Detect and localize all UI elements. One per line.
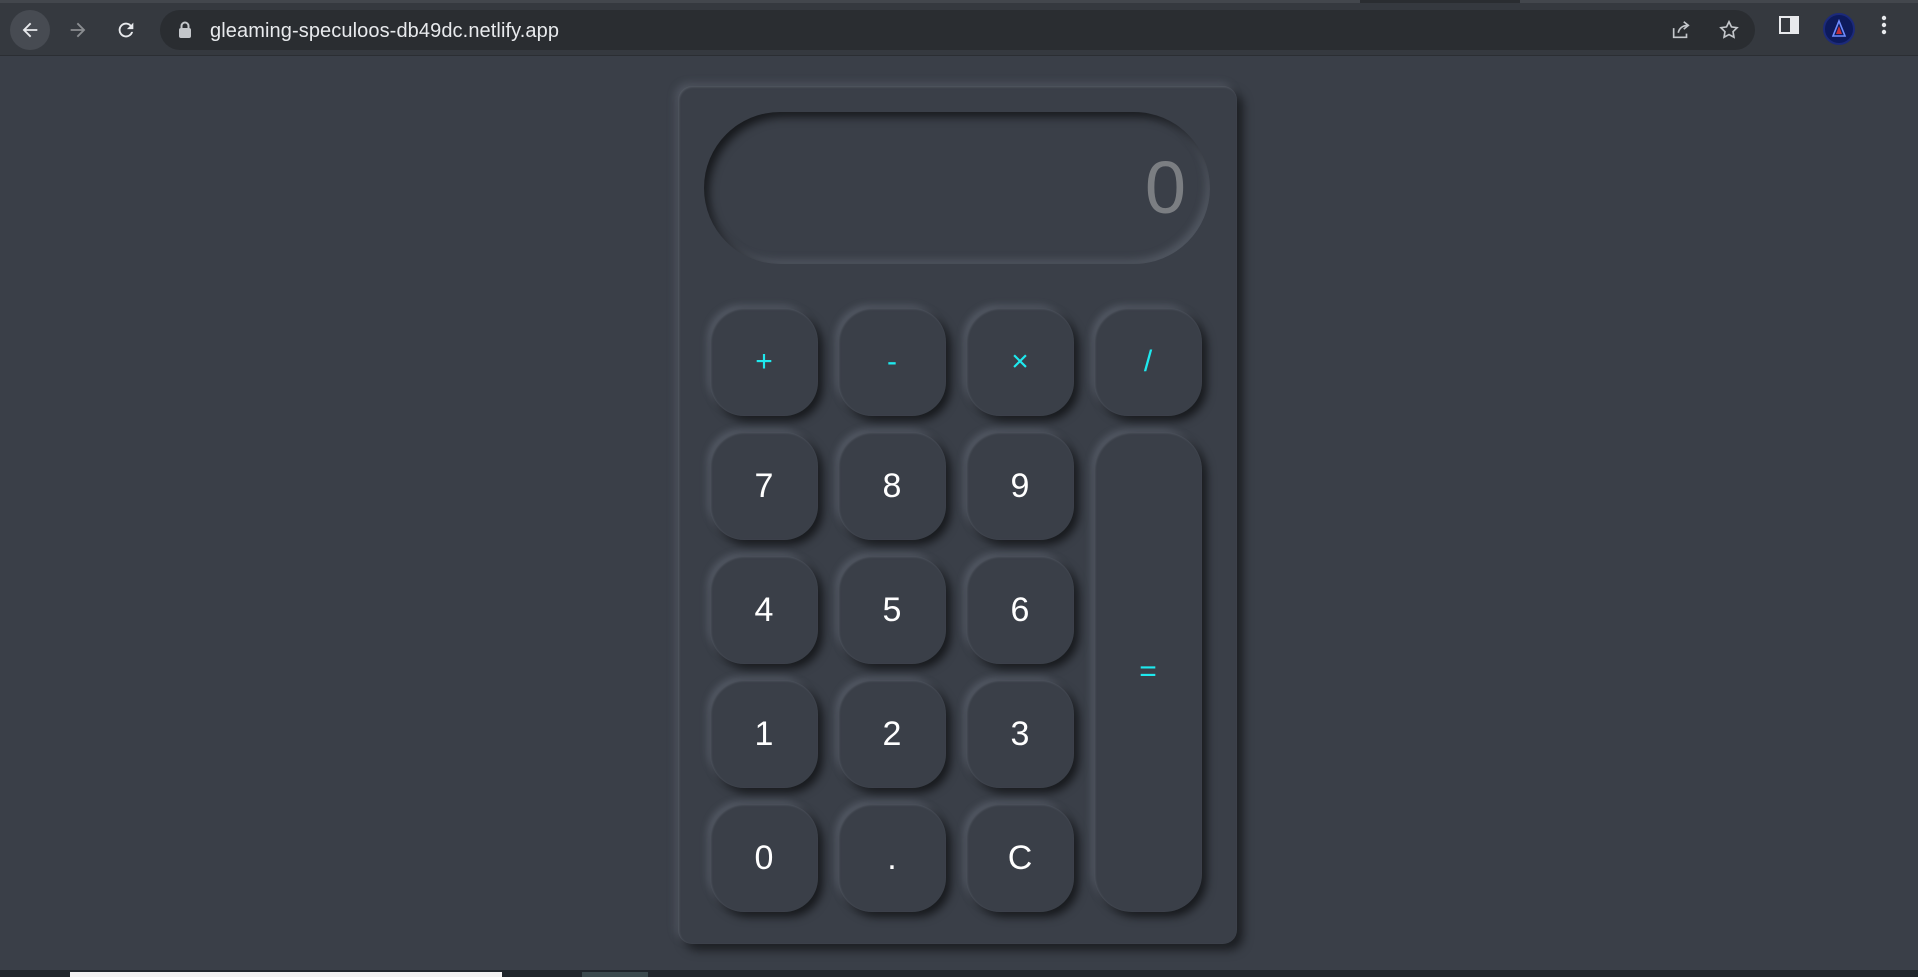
digit-3-button[interactable]: 3 xyxy=(966,680,1074,788)
display-value: 0 xyxy=(1144,146,1186,229)
side-panel-icon[interactable] xyxy=(1778,14,1800,36)
browser-toolbar: gleaming-speculoos-db49dc.netlify.app xyxy=(0,0,1918,56)
digit-0-button[interactable]: 0 xyxy=(710,804,818,912)
share-icon[interactable] xyxy=(1670,19,1692,41)
digit-7-button[interactable]: 7 xyxy=(710,432,818,540)
avatar[interactable] xyxy=(1823,13,1855,45)
clear-button[interactable]: C xyxy=(966,804,1074,912)
forward-button[interactable] xyxy=(58,10,98,50)
equals-button[interactable]: = xyxy=(1094,432,1202,912)
star-icon[interactable] xyxy=(1718,19,1740,41)
arrow-left-icon xyxy=(22,22,38,38)
calculator-display: 0 xyxy=(704,112,1210,264)
url-text[interactable]: gleaming-speculoos-db49dc.netlify.app xyxy=(210,20,559,43)
taskbar xyxy=(0,970,1918,977)
reload-button[interactable] xyxy=(106,10,146,50)
tab-strip-segment xyxy=(1520,0,1918,3)
digit-4-button[interactable]: 4 xyxy=(710,556,818,664)
digit-5-button[interactable]: 5 xyxy=(838,556,946,664)
digit-2-button[interactable]: 2 xyxy=(838,680,946,788)
tab-strip xyxy=(0,0,1918,3)
digit-1-button[interactable]: 1 xyxy=(710,680,818,788)
kebab-menu-icon[interactable] xyxy=(1874,14,1894,36)
profile-logo-icon xyxy=(1831,19,1847,37)
add-button[interactable]: + xyxy=(710,308,818,416)
back-button[interactable] xyxy=(10,10,50,50)
digit-8-button[interactable]: 8 xyxy=(838,432,946,540)
subtract-button[interactable]: - xyxy=(838,308,946,416)
lock-icon[interactable] xyxy=(178,21,192,39)
tab-strip-segment xyxy=(0,0,1360,3)
digit-6-button[interactable]: 6 xyxy=(966,556,1074,664)
taskbar-item[interactable] xyxy=(70,972,502,977)
multiply-button[interactable]: × xyxy=(966,308,1074,416)
calculator: 0 + - × / 7 8 9 = 4 5 6 1 2 3 0 . C xyxy=(678,86,1237,944)
digit-9-button[interactable]: 9 xyxy=(966,432,1074,540)
taskbar-item[interactable] xyxy=(582,972,648,977)
reload-icon xyxy=(118,22,134,38)
decimal-button[interactable]: . xyxy=(838,804,946,912)
address-bar[interactable]: gleaming-speculoos-db49dc.netlify.app xyxy=(160,10,1755,50)
divide-button[interactable]: / xyxy=(1094,308,1202,416)
arrow-right-icon xyxy=(70,22,86,38)
